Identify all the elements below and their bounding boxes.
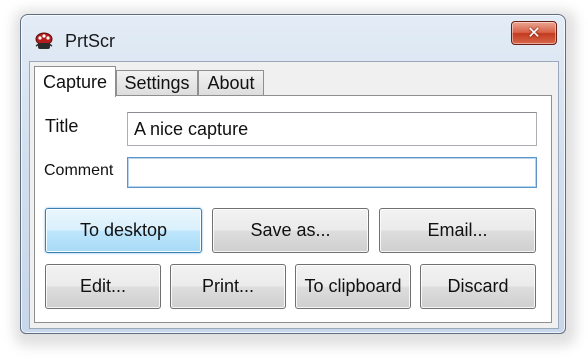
email-button[interactable]: Email... bbox=[379, 208, 536, 253]
window-client-area: Capture Settings About Title Comment To … bbox=[29, 61, 559, 329]
title-input[interactable] bbox=[127, 112, 537, 146]
close-icon: ✕ bbox=[527, 25, 541, 42]
discard-button[interactable]: Discard bbox=[420, 264, 536, 309]
comment-label: Comment bbox=[44, 162, 114, 179]
to-clipboard-button[interactable]: To clipboard bbox=[295, 264, 411, 309]
save-as-button[interactable]: Save as... bbox=[212, 208, 369, 253]
window-title: PrtScr bbox=[65, 31, 116, 51]
prtscr-window: PrtScr ✕ Capture Settings About Title Co… bbox=[20, 14, 566, 334]
tab-settings[interactable]: Settings bbox=[116, 70, 198, 96]
to-desktop-button[interactable]: To desktop bbox=[45, 208, 202, 253]
close-button[interactable]: ✕ bbox=[511, 21, 557, 45]
print-button[interactable]: Print... bbox=[170, 264, 286, 309]
edit-button[interactable]: Edit... bbox=[45, 264, 161, 309]
bug-icon bbox=[35, 32, 53, 49]
tab-bar: Capture Settings About bbox=[34, 66, 554, 97]
comment-input[interactable] bbox=[127, 157, 537, 188]
tab-capture[interactable]: Capture bbox=[34, 66, 116, 97]
capture-tab-page: Title Comment To desktop Save as... Emai… bbox=[34, 95, 552, 323]
title-bar[interactable]: PrtScr ✕ bbox=[21, 15, 565, 53]
tab-about[interactable]: About bbox=[198, 70, 264, 96]
title-label: Title bbox=[45, 116, 79, 136]
